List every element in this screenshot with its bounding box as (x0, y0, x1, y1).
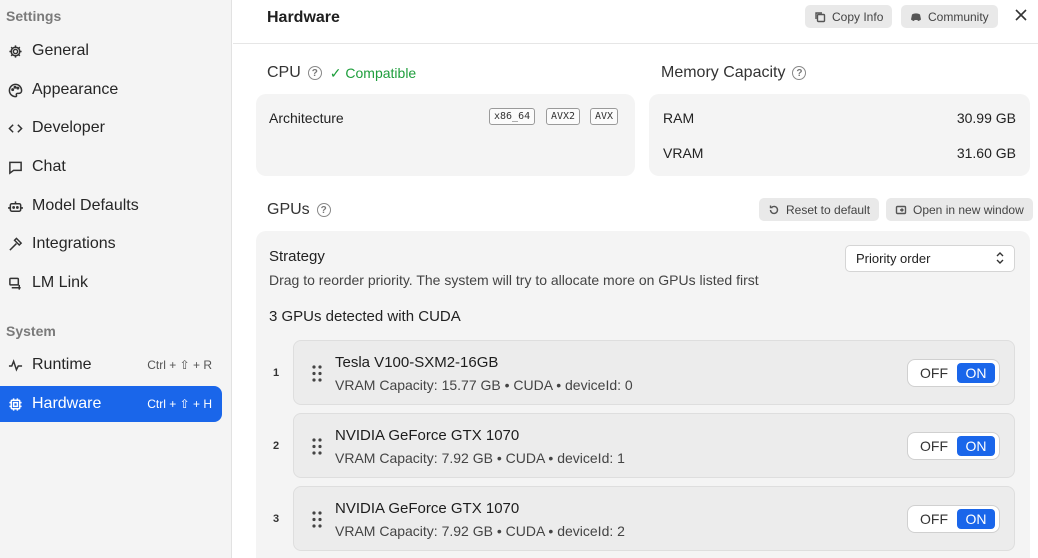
vram-value: 31.60 GB (956, 145, 1016, 161)
open-window-label: Open in new window (913, 202, 1024, 217)
sidebar-item-hardware[interactable]: Hardware Ctrl + ⇧ + H (0, 386, 222, 422)
close-button[interactable] (1012, 6, 1030, 24)
memory-title: Memory Capacity (661, 64, 786, 81)
vram-label: VRAM (663, 145, 704, 161)
reset-icon (769, 205, 779, 214)
toggle-on[interactable]: ON (957, 363, 995, 383)
sidebar-item-label: Integrations (32, 235, 116, 252)
gpu-details: VRAM Capacity: 7.92 GB • CUDA • deviceId… (335, 450, 625, 466)
gpu-name: NVIDIA GeForce GTX 1070 (335, 427, 520, 444)
gpu-toggle[interactable]: OFF ON (907, 432, 1000, 460)
help-icon[interactable]: ? (307, 66, 322, 80)
sidebar-item-label: Hardware (32, 395, 102, 412)
arch-tag: AVX2 (546, 108, 581, 125)
gpus-card: Strategy Drag to reorder priority. The s… (256, 231, 1030, 558)
gpu-details: VRAM Capacity: 7.92 GB • CUDA • deviceId… (335, 523, 625, 539)
discord-icon (911, 12, 921, 21)
strategy-description: Drag to reorder priority. The system wil… (269, 272, 759, 288)
drag-handle-icon[interactable] (312, 365, 322, 382)
palette-icon (7, 82, 23, 98)
arch-tag: x86_64 (489, 108, 536, 125)
memory-section-title: Memory Capacity ? (661, 64, 807, 82)
copy-icon (815, 11, 826, 22)
ram-value: 30.99 GB (956, 110, 1016, 126)
drag-handle-icon[interactable] (312, 438, 322, 455)
sidebar-item-appearance[interactable]: Appearance (0, 72, 222, 108)
strategy-select-value: Priority order (856, 251, 931, 266)
sidebar-item-lm-link[interactable]: LM Link (0, 265, 222, 301)
code-icon (7, 120, 23, 136)
copy-info-label: Copy Info (832, 9, 884, 24)
chat-icon (7, 159, 23, 175)
gpu-name: Tesla V100-SXM2-16GB (335, 354, 499, 371)
gpu-row[interactable]: Tesla V100-SXM2-16GB VRAM Capacity: 15.7… (293, 340, 1015, 405)
sidebar-item-developer[interactable]: Developer (0, 110, 222, 146)
sidebar: Settings General Appearance Developer Ch… (0, 0, 232, 558)
memory-card: RAM 30.99 GB VRAM 31.60 GB (649, 94, 1030, 176)
sidebar-item-model-defaults[interactable]: Model Defaults (0, 188, 222, 224)
architecture-label: Architecture (269, 110, 344, 126)
sidebar-item-label: Developer (32, 119, 105, 136)
sidebar-item-general[interactable]: General (0, 33, 222, 69)
gpu-row[interactable]: NVIDIA GeForce GTX 1070 VRAM Capacity: 7… (293, 413, 1015, 478)
system-heading: System (6, 323, 56, 339)
gpus-title: GPUs (267, 201, 310, 218)
toggle-on[interactable]: ON (957, 509, 995, 529)
reset-label: Reset to default (786, 202, 871, 217)
gpu-toggle[interactable]: OFF ON (907, 359, 1000, 387)
new-window-icon (895, 205, 907, 214)
gpu-priority-number: 3 (273, 513, 280, 525)
ram-label: RAM (663, 110, 695, 126)
reset-to-default-button[interactable]: Reset to default (759, 198, 880, 221)
settings-heading: Settings (6, 8, 62, 24)
sidebar-item-integrations[interactable]: Integrations (0, 226, 222, 262)
shortcut-label: Ctrl + ⇧ + H (147, 397, 212, 411)
sidebar-item-label: Chat (32, 158, 66, 175)
chip-icon (7, 396, 23, 412)
sidebar-item-runtime[interactable]: Runtime Ctrl + ⇧ + R (0, 347, 222, 383)
gpus-detected-label: 3 GPUs detected with CUDA (269, 308, 461, 325)
hammer-icon (7, 236, 23, 252)
robot-icon (7, 198, 23, 214)
community-button[interactable]: Community (901, 5, 998, 28)
copy-info-button[interactable]: Copy Info (805, 5, 893, 28)
sidebar-item-label: LM Link (32, 274, 89, 291)
link-icon (7, 275, 23, 291)
shortcut-label: Ctrl + ⇧ + R (147, 358, 212, 372)
gear-icon (7, 43, 23, 59)
strategy-select[interactable]: Priority order (845, 245, 1015, 272)
cpu-compatible-status: ✓ Compatible (329, 64, 417, 81)
gpu-row[interactable]: NVIDIA GeForce GTX 1070 VRAM Capacity: 7… (293, 486, 1015, 551)
toggle-on[interactable]: ON (957, 436, 995, 456)
cpu-card: Architecture x86_64 AVX2 AVX (256, 94, 635, 176)
drag-handle-icon[interactable] (312, 511, 322, 528)
sidebar-item-label: Model Defaults (32, 197, 139, 214)
gpu-name: NVIDIA GeForce GTX 1070 (335, 500, 520, 517)
gpu-details: VRAM Capacity: 15.77 GB • CUDA • deviceI… (335, 377, 633, 393)
cpu-title: CPU (267, 64, 301, 81)
toggle-off[interactable]: OFF (911, 438, 957, 454)
gpu-toggle[interactable]: OFF ON (907, 505, 1000, 533)
pulse-icon (7, 357, 23, 373)
sidebar-item-label: General (32, 42, 89, 59)
toggle-off[interactable]: OFF (911, 365, 957, 381)
help-icon[interactable]: ? (792, 66, 807, 80)
sidebar-item-label: Runtime (32, 356, 92, 373)
cpu-section-title: CPU ? ✓ Compatible (267, 64, 416, 82)
sidebar-item-label: Appearance (32, 81, 119, 98)
arch-tag: AVX (590, 108, 619, 125)
toggle-off[interactable]: OFF (911, 511, 957, 527)
open-in-new-window-button[interactable]: Open in new window (886, 198, 1033, 221)
gpu-priority-number: 2 (273, 440, 280, 452)
community-label: Community (928, 9, 989, 24)
gpu-priority-number: 1 (273, 367, 280, 379)
close-icon (1015, 9, 1027, 21)
strategy-title: Strategy (269, 248, 325, 265)
gpus-section-title: GPUs ? (267, 201, 331, 219)
help-icon[interactable]: ? (316, 203, 331, 217)
sidebar-item-chat[interactable]: Chat (0, 149, 222, 185)
page-title: Hardware (267, 9, 340, 26)
header: Hardware Copy Info Community (233, 0, 1038, 44)
chevron-updown-icon (996, 252, 1004, 264)
